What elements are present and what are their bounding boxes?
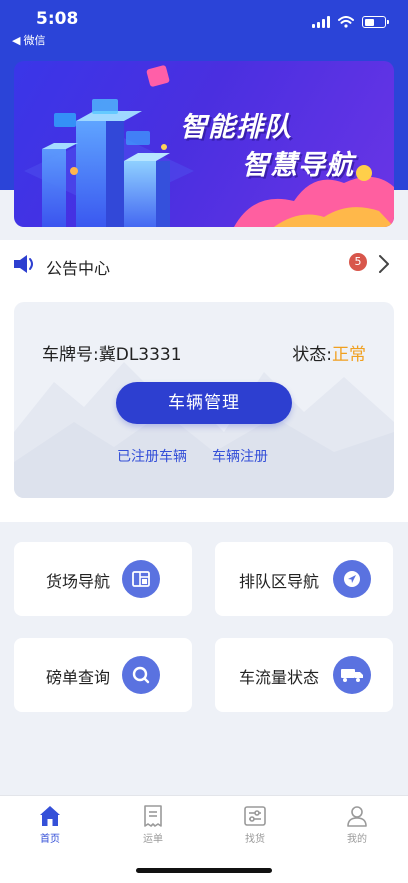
notice-count-badge: 5 xyxy=(349,253,367,271)
promo-banner[interactable]: 智能排队 智慧导航 xyxy=(14,61,394,227)
home-icon xyxy=(40,806,60,826)
status-value: 正常 xyxy=(332,345,366,365)
back-to-app-link[interactable]: ◀ 微信 xyxy=(12,32,45,48)
home-indicator xyxy=(136,868,272,873)
yard-icon xyxy=(122,560,160,598)
wifi-icon xyxy=(338,16,354,28)
back-app-label: 微信 xyxy=(23,34,46,47)
tile-label: 货场导航 xyxy=(46,572,111,591)
vehicle-registration-link[interactable]: 车辆注册 xyxy=(212,446,268,466)
tile-queue-navigation[interactable]: 排队区导航 xyxy=(215,542,393,616)
truck-icon xyxy=(333,656,371,694)
plate-label: 车牌号: xyxy=(42,345,99,365)
tab-waybill[interactable]: 运单 xyxy=(123,804,183,845)
clock: 5:08 xyxy=(36,9,79,29)
tab-profile-label: 我的 xyxy=(347,834,367,845)
tile-label: 磅单查询 xyxy=(46,668,111,687)
tile-weigh-bill-query[interactable]: 磅单查询 xyxy=(14,638,192,712)
tile-label: 排队区导航 xyxy=(239,572,320,591)
system-indicators xyxy=(312,16,389,28)
plate-number: 车牌号:冀DL3331 xyxy=(42,340,182,365)
waybill-icon xyxy=(144,805,162,827)
tab-find-goods[interactable]: 找货 xyxy=(225,804,285,845)
banner-title-line2: 智慧导航 xyxy=(242,150,354,181)
notice-center-title: 公告中心 xyxy=(46,259,111,278)
tab-home[interactable]: 首页 xyxy=(20,804,80,845)
vehicle-card: 车牌号:冀DL3331 状态:正常 车辆管理 已注册车辆 车辆注册 xyxy=(14,302,394,498)
notice-center-row[interactable]: 公告中心 5 xyxy=(0,240,408,290)
search-icon xyxy=(122,656,160,694)
vehicle-status: 状态:正常 xyxy=(292,340,366,365)
chevron-right-icon xyxy=(379,255,389,273)
tab-home-label: 首页 xyxy=(40,834,60,845)
plate-value: 冀DL3331 xyxy=(98,345,182,365)
find-goods-icon xyxy=(244,806,266,826)
tile-label: 车流量状态 xyxy=(239,668,320,687)
tab-find-goods-label: 找货 xyxy=(245,834,265,845)
battery-icon xyxy=(362,16,389,28)
tile-yard-navigation[interactable]: 货场导航 xyxy=(14,542,192,616)
status-bar: 5:08 ◀ 微信 xyxy=(0,0,408,50)
tab-profile[interactable]: 我的 xyxy=(327,804,387,845)
status-label: 状态: xyxy=(292,345,332,365)
registered-vehicles-link[interactable]: 已注册车辆 xyxy=(117,446,187,466)
navigation-arrow-icon xyxy=(333,560,371,598)
banner-title-line1: 智能排队 xyxy=(180,112,292,143)
vehicle-management-button[interactable]: 车辆管理 xyxy=(116,382,292,424)
back-triangle-icon: ◀ xyxy=(12,33,21,47)
tab-waybill-label: 运单 xyxy=(143,834,163,845)
speaker-icon xyxy=(14,255,33,273)
tile-traffic-status[interactable]: 车流量状态 xyxy=(215,638,393,712)
cellular-signal-icon xyxy=(312,16,330,28)
profile-icon xyxy=(347,806,367,827)
